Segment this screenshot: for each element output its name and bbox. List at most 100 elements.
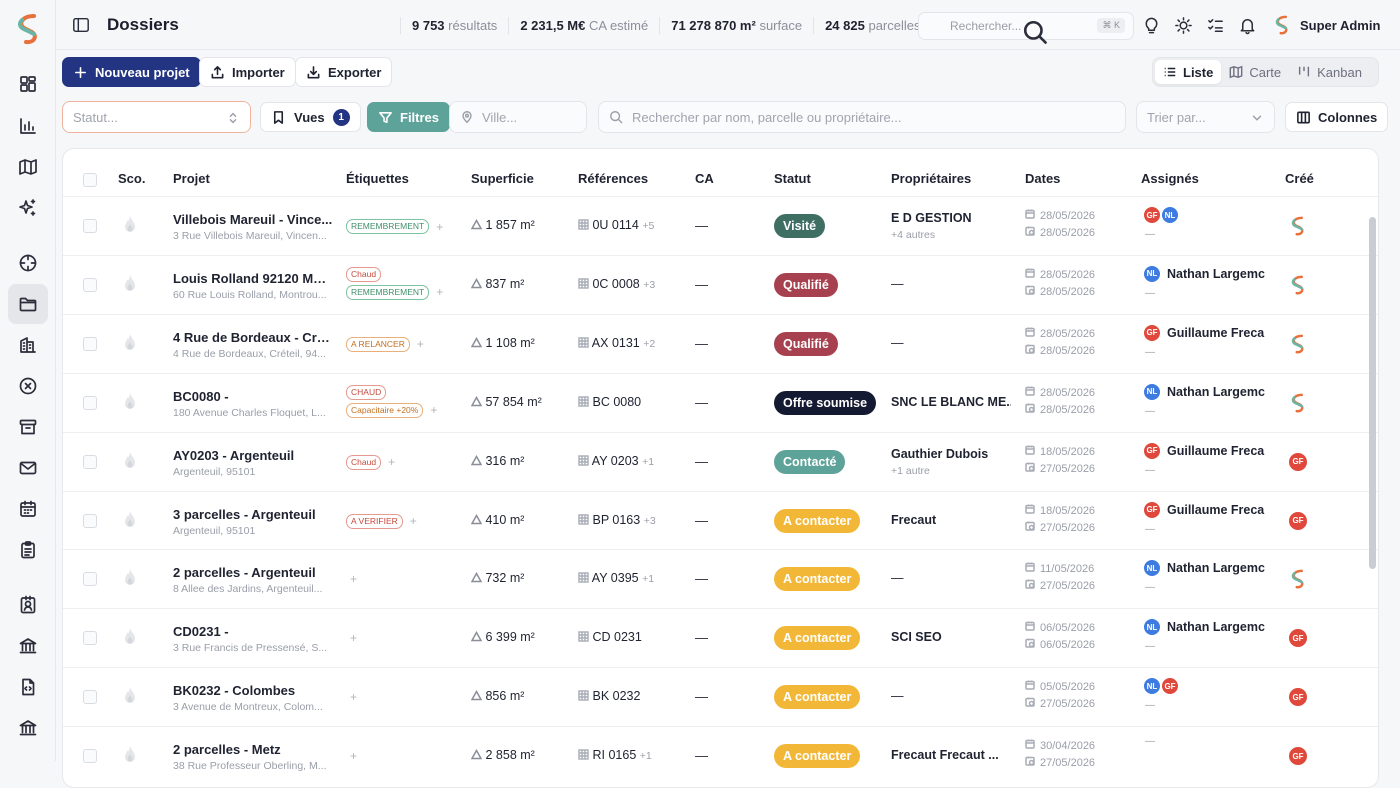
export-button[interactable]: Exporter [295, 57, 393, 87]
user-menu[interactable]: Super Admin [1272, 14, 1380, 36]
reference-cell[interactable]: BK 0232 [578, 689, 640, 703]
assignee-avatar[interactable]: NL [1143, 559, 1161, 578]
project-name[interactable]: 3 parcelles - Argenteuil [173, 507, 333, 522]
table-row[interactable]: 3 parcelles - Argenteuil Argenteuil, 9510… [63, 490, 1378, 550]
table-row[interactable]: Louis Rolland 92120 Mont... 60 Rue Louis … [63, 254, 1378, 314]
bell-icon[interactable] [1238, 16, 1257, 35]
city-input[interactable]: Ville... [449, 101, 587, 133]
column-header[interactable]: Statut [774, 171, 811, 186]
sidebar-toggle-icon[interactable] [72, 16, 90, 34]
status-badge[interactable]: A contacter [774, 626, 861, 651]
project-name[interactable]: 2 parcelles - Argenteuil [173, 565, 333, 580]
import-button[interactable]: Importer [199, 57, 296, 87]
creator-avatar[interactable]: GF [1288, 451, 1308, 472]
project-name[interactable]: BC0080 - [173, 389, 333, 404]
assignee-avatar[interactable]: GF [1143, 323, 1161, 342]
reference-cell[interactable]: AX 0131 +2 [578, 336, 655, 350]
sidebar-item-grid[interactable] [8, 64, 48, 104]
add-tag-button[interactable]: + [410, 514, 417, 528]
creator-avatar[interactable]: GF [1288, 510, 1308, 531]
row-checkbox[interactable] [83, 513, 97, 528]
column-header[interactable]: Propriétaires [891, 171, 971, 186]
owner-name[interactable]: SNC LE BLANC ME... [891, 395, 1011, 409]
assignee-avatar[interactable]: GF [1143, 206, 1161, 224]
status-select[interactable]: Statut... [62, 101, 251, 133]
assignee-avatar[interactable]: GF [1143, 500, 1161, 519]
row-checkbox[interactable] [83, 690, 97, 705]
row-checkbox[interactable] [83, 454, 97, 469]
sidebar-item-sparkles[interactable] [8, 188, 48, 228]
filters-button[interactable]: Filtres [367, 102, 451, 132]
table-row[interactable]: Villebois Mareuil - Vince... 3 Rue Villeb… [63, 196, 1378, 255]
row-checkbox[interactable] [83, 572, 97, 587]
column-header[interactable]: Étiquettes [346, 171, 409, 186]
assignee-avatar[interactable]: NL [1143, 264, 1161, 283]
creator-avatar[interactable]: GF [1288, 628, 1308, 649]
row-checkbox[interactable] [83, 219, 97, 233]
reference-cell[interactable]: 0C 0008 +3 [578, 277, 655, 291]
column-header[interactable]: Projet [173, 171, 210, 186]
sidebar-item-map[interactable] [8, 147, 48, 187]
project-name[interactable]: AY0203 - Argenteuil [173, 448, 333, 463]
owner-name[interactable]: — [891, 336, 1011, 350]
sidebar-item-bank[interactable] [8, 626, 48, 666]
sidebar-item-bank-alt[interactable] [8, 708, 48, 748]
status-badge[interactable]: A contacter [774, 744, 861, 769]
reference-cell[interactable]: BC 0080 [578, 395, 641, 409]
owner-name[interactable]: Frecaut [891, 513, 1011, 527]
sidebar-item-archive[interactable] [8, 407, 48, 447]
reference-cell[interactable]: RI 0165 +1 [578, 748, 652, 762]
assignee-avatar[interactable]: NL [1143, 618, 1161, 637]
owner-name[interactable]: — [891, 689, 1011, 703]
owner-name[interactable]: Gauthier Dubois [891, 447, 1011, 461]
project-name[interactable]: CD0231 - [173, 624, 333, 639]
reference-cell[interactable]: AY 0203 +1 [578, 454, 654, 468]
owner-name[interactable]: E D GESTION [891, 211, 1011, 225]
status-badge[interactable]: Qualifié [774, 331, 838, 356]
sidebar-item-folder[interactable] [8, 284, 48, 324]
sidebar-item-crosshair[interactable] [8, 243, 48, 283]
select-all-checkbox[interactable] [83, 173, 97, 187]
owner-name[interactable]: Frecaut Frecaut ... [891, 748, 1011, 762]
table-row[interactable]: AY0203 - Argenteuil Argenteuil, 95101 Chau… [63, 431, 1378, 491]
column-header[interactable]: Superficie [471, 171, 534, 186]
reference-cell[interactable]: BP 0163 +3 [578, 513, 656, 527]
sidebar-item-file-code[interactable] [8, 667, 48, 707]
table-row[interactable]: BC0080 - 180 Avenue Charles Floquet, L...… [63, 372, 1378, 432]
column-header[interactable]: Créé [1285, 171, 1314, 186]
project-name[interactable]: 2 parcelles - Metz [173, 742, 333, 757]
row-checkbox[interactable] [83, 395, 97, 410]
owner-more[interactable]: +4 autres [891, 229, 935, 241]
column-header[interactable]: Assignés [1141, 171, 1199, 186]
column-header[interactable]: Sco. [118, 171, 145, 186]
row-checkbox[interactable] [83, 631, 97, 646]
status-badge[interactable]: Qualifié [774, 272, 838, 297]
view-kanban-tab[interactable]: Kanban [1289, 60, 1370, 84]
project-name[interactable]: Villebois Mareuil - Vince... [173, 212, 333, 227]
owner-name[interactable]: SCI SEO [891, 630, 1011, 644]
add-tag-button[interactable]: + [350, 572, 357, 586]
assignee-avatar[interactable]: NL [1143, 677, 1161, 696]
owner-more[interactable]: +1 autre [891, 465, 930, 477]
app-logo-icon[interactable] [12, 12, 44, 46]
add-tag-button[interactable]: + [417, 337, 424, 351]
view-list-tab[interactable]: Liste [1155, 60, 1222, 84]
row-checkbox[interactable] [83, 277, 97, 292]
column-header[interactable]: CA [695, 171, 714, 186]
status-badge[interactable]: A contacter [774, 685, 861, 710]
columns-button[interactable]: Colonnes [1285, 102, 1389, 132]
status-badge[interactable]: Offre soumise [774, 390, 877, 415]
add-tag-button[interactable]: + [350, 631, 357, 645]
creator-avatar[interactable]: GF [1288, 687, 1308, 708]
sidebar-item-clipboard[interactable] [8, 530, 48, 570]
new-project-button[interactable]: Nouveau projet [62, 57, 201, 87]
sidebar-item-calendar[interactable] [8, 489, 48, 529]
sidebar-item-x-circle[interactable] [8, 366, 48, 406]
row-checkbox[interactable] [83, 336, 97, 351]
add-tag-button[interactable]: + [436, 220, 443, 234]
sidebar-item-bar-chart[interactable] [8, 106, 48, 146]
creator-avatar[interactable]: GF [1288, 746, 1308, 767]
project-name[interactable]: Louis Rolland 92120 Mont... [173, 271, 333, 286]
table-row[interactable]: 2 parcelles - Argenteuil 8 Allee des Jard… [63, 549, 1378, 608]
sun-icon[interactable] [1174, 16, 1193, 35]
